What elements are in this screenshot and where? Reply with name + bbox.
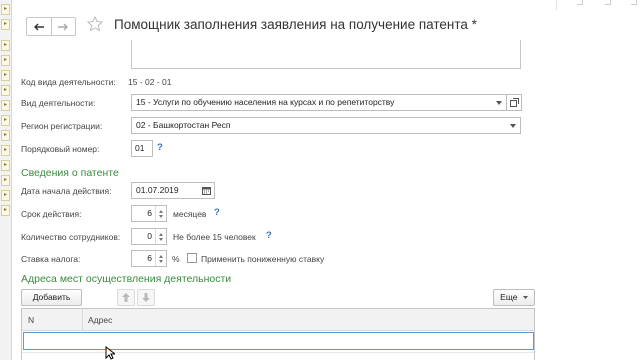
tax-rate-unit: % (172, 254, 180, 264)
duration-stepper[interactable]: 6 (131, 205, 167, 222)
table-header: N Адрес (22, 309, 534, 331)
duration-help-icon[interactable]: ? (214, 207, 220, 218)
tax-rate-label: Ставка налога: (21, 254, 81, 264)
panel-tab[interactable]: ▸ (1, 55, 10, 66)
region-value: 02 - Башкортостан Респ (136, 120, 231, 130)
favorite-star-icon[interactable] (86, 15, 104, 35)
panel-tab[interactable]: ▸ (1, 40, 10, 51)
start-date-value: 01.07.2019 (136, 185, 179, 195)
column-divider (82, 309, 83, 331)
table-row[interactable] (23, 332, 534, 350)
tax-rate-value: 6 (147, 253, 152, 263)
activity-code-value: 15 - 02 - 01 (128, 77, 172, 87)
panel-tab[interactable]: ▸ (1, 190, 10, 201)
page-title: Помощник заполнения заявления на получен… (114, 17, 477, 32)
window-control-mark (631, 0, 637, 5)
region-label: Регион регистрации: (21, 121, 103, 131)
panel-tab[interactable]: ▸ (1, 145, 10, 156)
left-panel-strip: ▸ ▸ ▸ ▸ ▸ ▸ ▸ ▸ ▸ ▸ ▸ ▸ ▸ ▸ (0, 0, 12, 360)
employees-help-icon[interactable]: ? (266, 230, 272, 241)
region-select[interactable]: 02 - Башкортостан Респ (131, 117, 521, 134)
employees-value: 0 (147, 231, 152, 241)
back-button[interactable] (27, 18, 51, 35)
window-control-mark (577, 0, 583, 5)
serial-number-label: Порядковый номер: (21, 144, 100, 154)
dropdown-arrow-icon[interactable] (492, 95, 506, 110)
calendar-icon[interactable] (199, 183, 214, 198)
open-window-icon (509, 98, 519, 107)
panel-tab[interactable]: ▸ (1, 19, 10, 30)
duration-unit: месяцев (173, 209, 207, 219)
mouse-cursor-icon (105, 345, 117, 360)
serial-number-input[interactable]: 01 (131, 140, 153, 157)
arrow-right-icon (58, 23, 69, 30)
textarea-field[interactable] (131, 40, 521, 69)
arrow-down-icon (142, 293, 150, 302)
addresses-table[interactable]: N Адрес (21, 308, 535, 360)
navigation-buttons (26, 17, 76, 36)
employees-note: Не более 15 человек (173, 232, 256, 242)
activity-code-label: Код вида деятельности: (21, 77, 116, 87)
forward-button[interactable] (50, 18, 76, 35)
chevron-down-icon (522, 296, 528, 300)
panel-tab[interactable]: ▸ (1, 70, 10, 81)
reduced-rate-checkbox[interactable] (187, 253, 197, 263)
panel-tab[interactable]: ▸ (1, 130, 10, 141)
column-header-address[interactable]: Адрес (88, 309, 112, 331)
panel-tab[interactable]: ▸ (1, 115, 10, 126)
tax-rate-stepper[interactable]: 6 (131, 250, 167, 267)
more-button-label: Еще (500, 292, 518, 302)
patent-section-title: Сведения о патенте (21, 167, 119, 179)
duration-label: Срок действия: (21, 209, 82, 219)
move-down-button[interactable] (137, 289, 155, 306)
row-divider (22, 352, 534, 353)
panel-tab[interactable]: ▸ (1, 205, 10, 216)
stepper-arrows-icon[interactable] (155, 206, 166, 221)
addresses-section-title: Адреса мест осуществления деятельности (21, 273, 232, 285)
arrow-left-icon (33, 23, 44, 30)
add-address-button[interactable]: Добавить (21, 289, 82, 306)
open-activity-type-button[interactable] (506, 94, 522, 111)
activity-type-value: 15 - Услуги по обучению населения на кур… (136, 97, 395, 107)
panel-tab[interactable]: ▸ (1, 160, 10, 171)
dropdown-arrow-icon[interactable] (506, 118, 520, 133)
serial-help-icon[interactable]: ? (157, 142, 163, 153)
duration-value: 6 (147, 208, 152, 218)
employees-stepper[interactable]: 0 (131, 228, 167, 245)
window-controls-remnant (556, 0, 640, 10)
panel-tab[interactable]: ▸ (1, 175, 10, 186)
start-date-label: Дата начала действия: (21, 186, 112, 196)
panel-tab[interactable]: ▸ (1, 4, 10, 15)
start-date-input[interactable]: 01.07.2019 (131, 182, 215, 199)
activity-type-select[interactable]: 15 - Услуги по обучению населения на кур… (131, 94, 507, 111)
reduced-rate-label[interactable]: Применить пониженную ставку (201, 254, 324, 264)
column-header-number[interactable]: N (28, 309, 34, 331)
stepper-arrows-icon[interactable] (155, 251, 166, 266)
stepper-arrows-icon[interactable] (155, 229, 166, 244)
window-control-mark (605, 0, 611, 5)
more-button[interactable]: Еще (493, 289, 535, 306)
panel-tab[interactable]: ▸ (1, 85, 10, 96)
employees-label: Количество сотрудников: (21, 232, 121, 242)
panel-tab[interactable]: ▸ (1, 100, 10, 111)
activity-type-label: Вид деятельности: (21, 98, 96, 108)
